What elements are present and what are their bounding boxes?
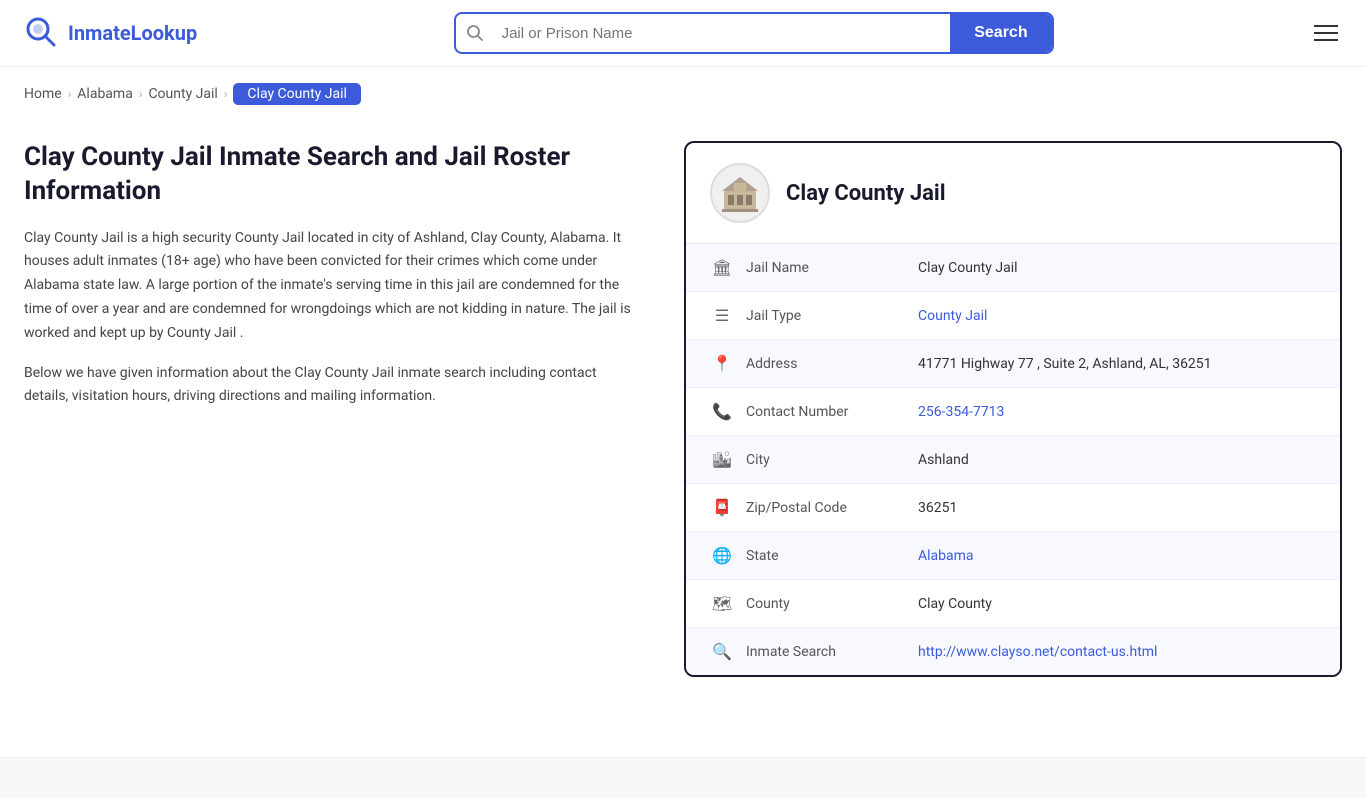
jail-type-icon: ☰: [710, 306, 734, 325]
jail-avatar: [710, 163, 770, 223]
zip-label: Zip/Postal Code: [746, 500, 906, 516]
address-value: 41771 Highway 77 , Suite 2, Ashland, AL,…: [918, 356, 1212, 372]
breadcrumb-home[interactable]: Home: [24, 86, 62, 102]
county-label: County: [746, 596, 906, 612]
jail-type-link[interactable]: County Jail: [918, 308, 987, 324]
state-label: State: [746, 548, 906, 564]
logo-icon: [24, 15, 60, 51]
description-1: Clay County Jail is a high security Coun…: [24, 227, 644, 346]
inmate-search-value: http://www.clayso.net/contact-us.html: [918, 644, 1157, 660]
address-icon: 📍: [710, 354, 734, 373]
info-card-header: Clay County Jail: [686, 143, 1340, 244]
info-row-inmate-search: 🔍 Inmate Search http://www.clayso.net/co…: [686, 628, 1340, 675]
info-card: Clay County Jail 🏛 Jail Name Clay County…: [684, 141, 1342, 677]
breadcrumb-sep-2: ›: [139, 87, 143, 101]
breadcrumb-current: Clay County Jail: [233, 83, 361, 105]
right-panel: Clay County Jail 🏛 Jail Name Clay County…: [684, 141, 1342, 677]
info-row-jail-name: 🏛 Jail Name Clay County Jail: [686, 244, 1340, 292]
contact-link[interactable]: 256-354-7713: [918, 404, 1004, 420]
city-value: Ashland: [918, 452, 969, 468]
inmate-search-label: Inmate Search: [746, 644, 906, 660]
breadcrumb-alabama[interactable]: Alabama: [77, 86, 133, 102]
info-row-state: 🌐 State Alabama: [686, 532, 1340, 580]
address-label: Address: [746, 356, 906, 372]
breadcrumb-county-jail[interactable]: County Jail: [148, 86, 217, 102]
jail-name-label: Jail Name: [746, 260, 906, 276]
zip-icon: 📮: [710, 498, 734, 517]
jail-type-label: Jail Type: [746, 308, 906, 324]
info-row-city: 🏙 City Ashland: [686, 436, 1340, 484]
jail-name-value: Clay County Jail: [918, 260, 1018, 276]
zip-value: 36251: [918, 500, 957, 516]
site-header: InmateLookup Search: [0, 0, 1366, 67]
contact-icon: 📞: [710, 402, 734, 421]
county-icon: 🗺: [710, 594, 734, 613]
footer: [0, 757, 1366, 798]
breadcrumb-sep-3: ›: [224, 87, 228, 101]
search-area: Search: [454, 12, 1054, 54]
county-value: Clay County: [918, 596, 992, 612]
jail-card-title: Clay County Jail: [786, 181, 946, 206]
breadcrumb-sep-1: ›: [68, 87, 72, 101]
info-row-county: 🗺 County Clay County: [686, 580, 1340, 628]
breadcrumb: Home › Alabama › County Jail › Clay Coun…: [0, 67, 1366, 121]
inmate-search-icon: 🔍: [710, 642, 734, 661]
city-label: City: [746, 452, 906, 468]
info-row-address: 📍 Address 41771 Highway 77 , Suite 2, As…: [686, 340, 1340, 388]
jail-avatar-image: [720, 173, 760, 213]
info-row-contact: 📞 Contact Number 256-354-7713: [686, 388, 1340, 436]
state-icon: 🌐: [710, 546, 734, 565]
search-button[interactable]: Search: [950, 14, 1051, 52]
search-wrapper: Search: [454, 12, 1054, 54]
jail-type-value: County Jail: [918, 308, 987, 324]
logo-text: InmateLookup: [68, 21, 197, 45]
description-2: Below we have given information about th…: [24, 362, 644, 410]
city-icon: 🏙: [710, 450, 734, 469]
search-input[interactable]: [494, 15, 951, 52]
menu-button[interactable]: [1310, 21, 1342, 45]
contact-label: Contact Number: [746, 404, 906, 420]
jail-name-icon: 🏛: [710, 258, 734, 277]
state-value: Alabama: [918, 548, 974, 564]
site-logo[interactable]: InmateLookup: [24, 15, 197, 51]
page-title: Clay County Jail Inmate Search and Jail …: [24, 141, 644, 209]
main-content: Clay County Jail Inmate Search and Jail …: [0, 121, 1366, 717]
state-link[interactable]: Alabama: [918, 548, 974, 564]
search-icon: [456, 24, 494, 42]
left-panel: Clay County Jail Inmate Search and Jail …: [24, 141, 684, 677]
inmate-search-link[interactable]: http://www.clayso.net/contact-us.html: [918, 644, 1157, 660]
contact-value: 256-354-7713: [918, 404, 1004, 420]
info-row-jail-type: ☰ Jail Type County Jail: [686, 292, 1340, 340]
info-row-zip: 📮 Zip/Postal Code 36251: [686, 484, 1340, 532]
